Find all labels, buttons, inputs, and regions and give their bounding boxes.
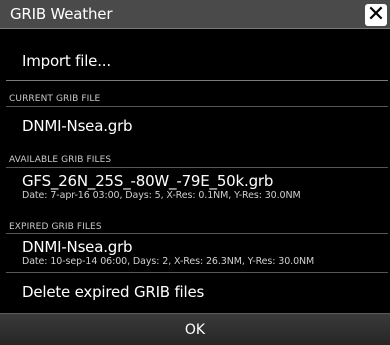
expired-grib-file-details: Date: 10-sep-14 06:00, Days: 2, X-Res: 2… xyxy=(22,256,315,267)
dialog-title: GRIB Weather xyxy=(10,5,113,23)
divider xyxy=(6,233,388,234)
close-icon[interactable]: ✕ xyxy=(365,4,387,26)
current-grib-section-label: CURRENT GRIB FILE xyxy=(9,94,101,104)
divider xyxy=(6,80,388,81)
available-grib-file-details: Date: 7-apr-16 03:00, Days: 5, X-Res: 0.… xyxy=(22,190,301,201)
expired-grib-section-label: EXPIRED GRIB FILES xyxy=(9,222,102,232)
current-grib-file[interactable]: DNMI-Nsea.grb xyxy=(22,117,133,135)
available-grib-file-name[interactable]: GFS_26N_25S_-80W_-79E_50k.grb xyxy=(22,172,273,190)
delete-expired-button[interactable]: Delete expired GRIB files xyxy=(22,283,204,301)
available-grib-section-label: AVAILABLE GRIB FILES xyxy=(9,155,112,165)
divider xyxy=(6,106,388,107)
ok-bar: OK xyxy=(0,313,390,345)
expired-grib-file-name[interactable]: DNMI-Nsea.grb xyxy=(22,238,133,256)
import-file-button[interactable]: Import file... xyxy=(22,52,111,70)
divider xyxy=(6,272,388,273)
ok-button[interactable]: OK xyxy=(0,322,390,338)
divider xyxy=(6,167,388,168)
title-bar: GRIB Weather ✕ xyxy=(0,0,390,29)
